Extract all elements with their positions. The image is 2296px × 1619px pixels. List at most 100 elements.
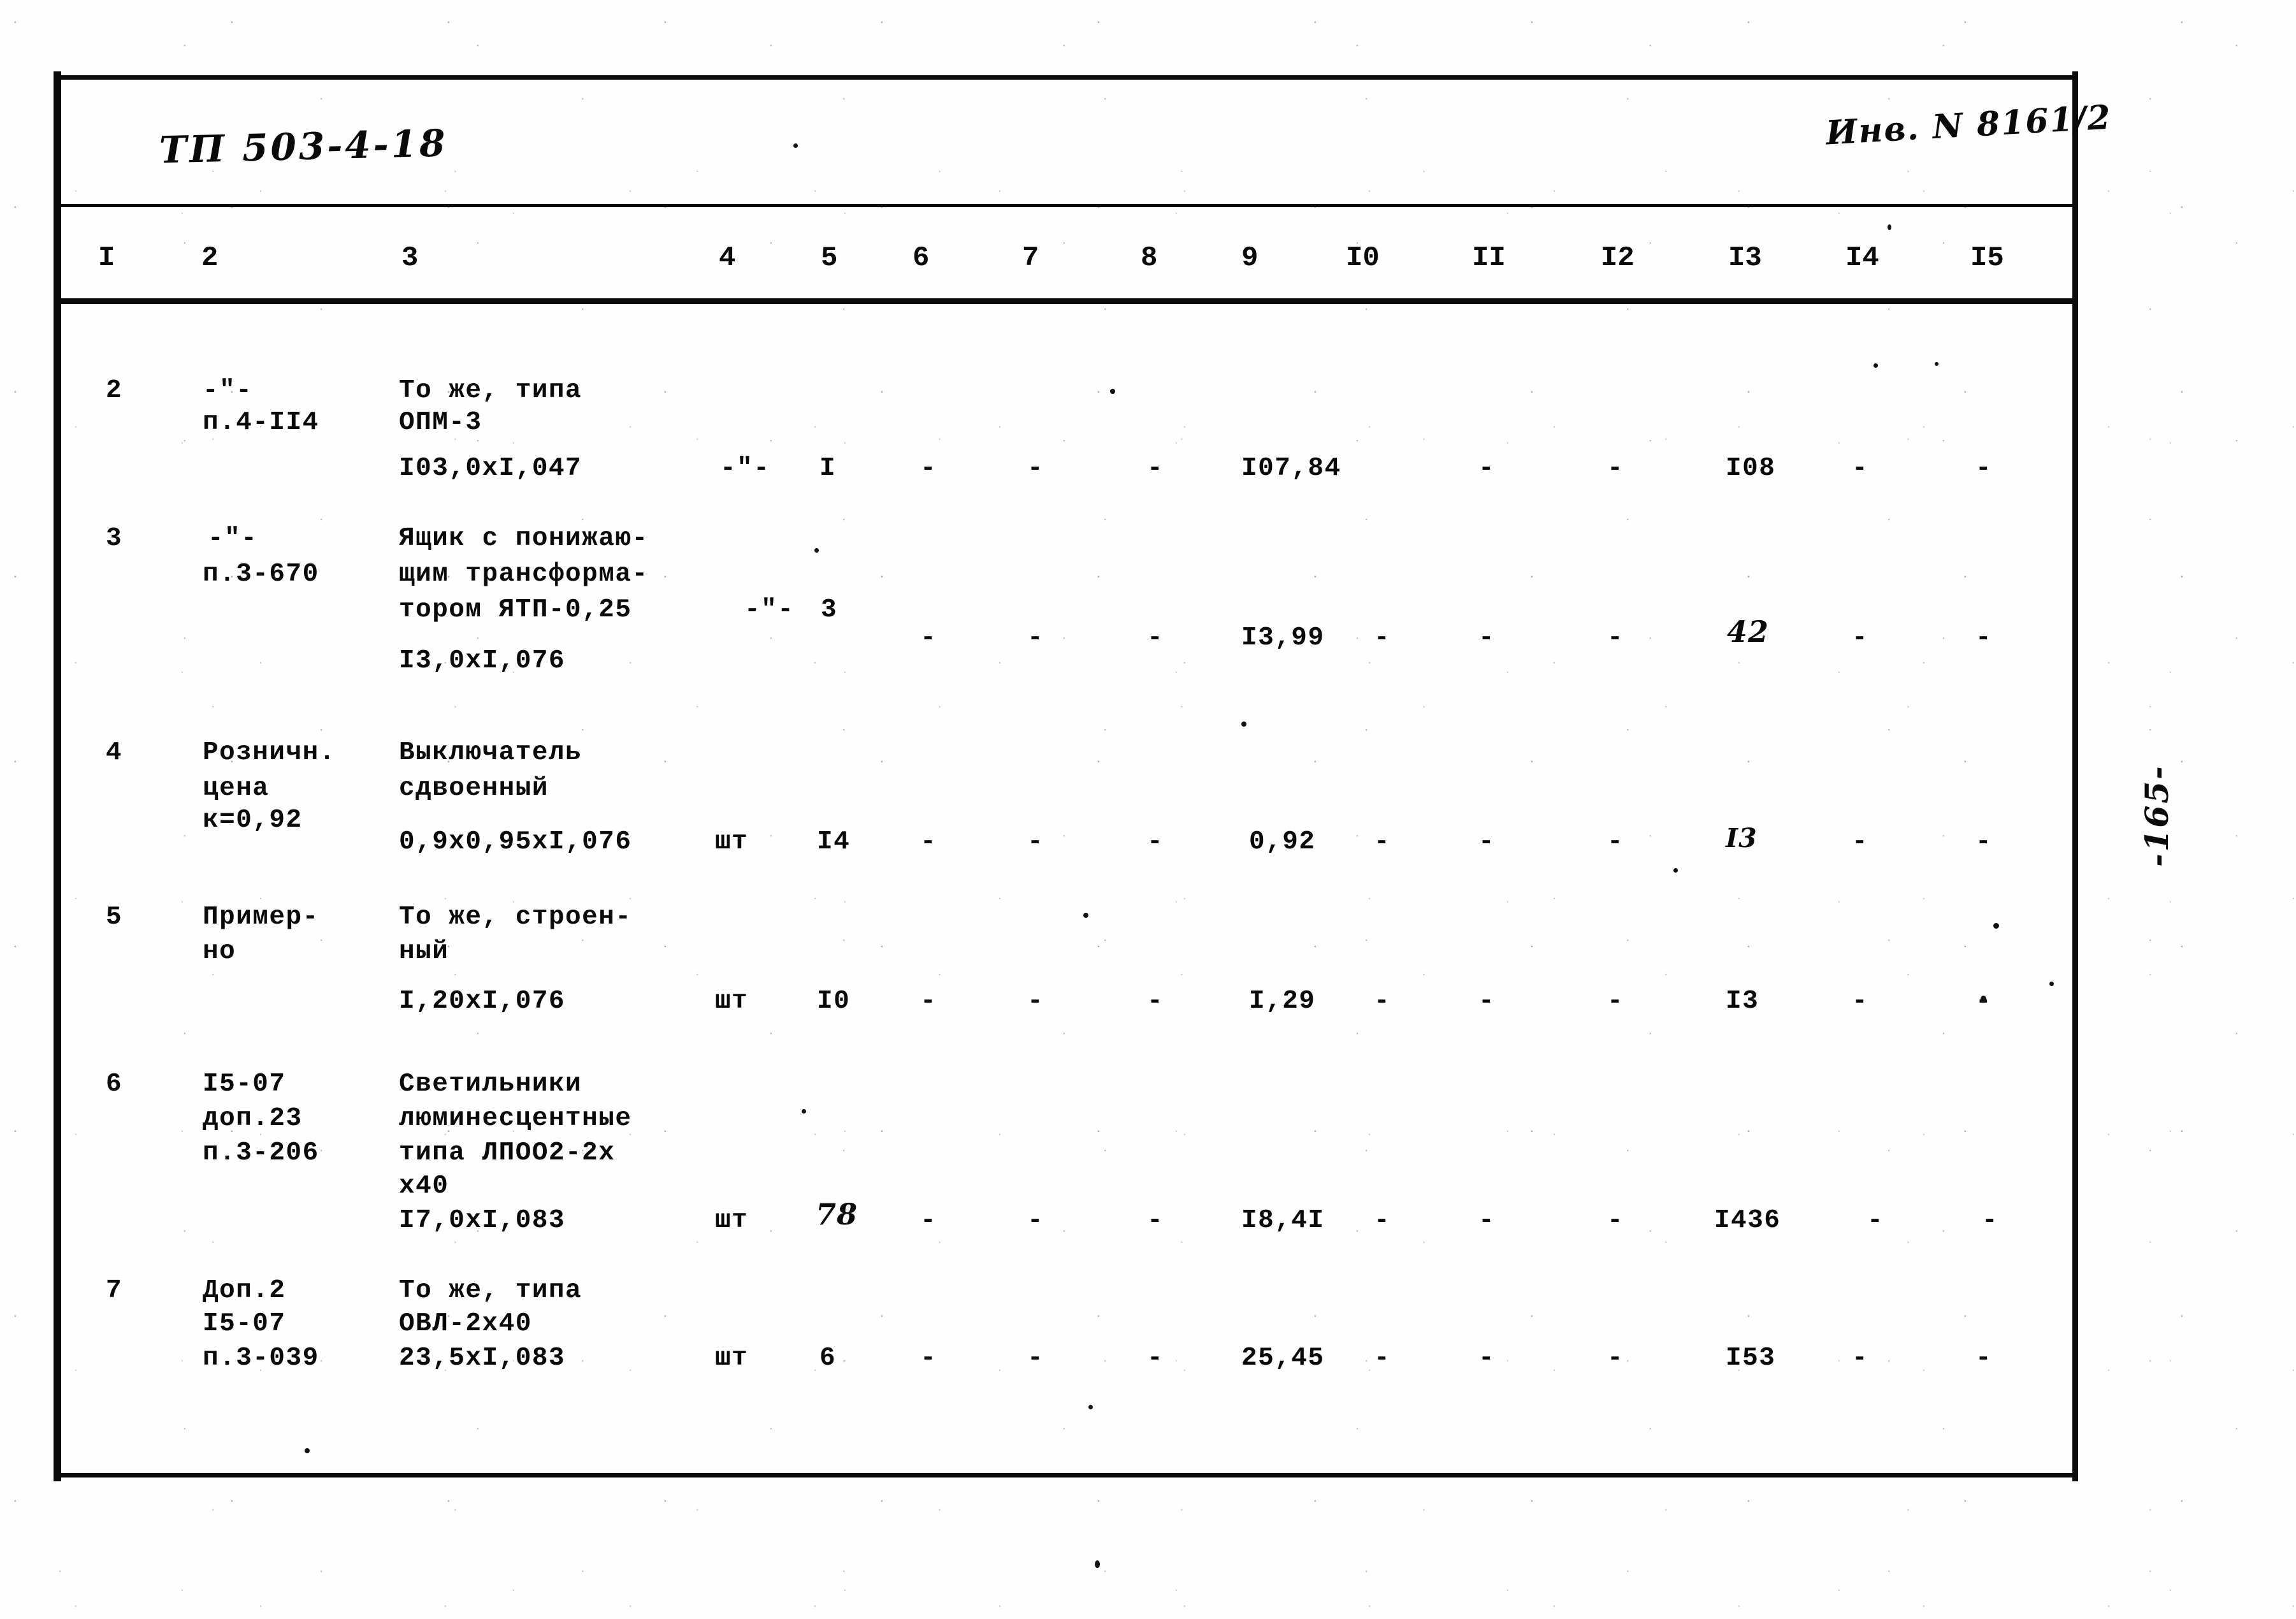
row-col9-dash: - xyxy=(1374,827,1391,857)
row-col9-dash: - xyxy=(1374,1206,1391,1235)
row-col14: - xyxy=(1852,1344,1869,1373)
rule-under-title xyxy=(56,204,2076,207)
row-col8: - xyxy=(1147,827,1164,857)
row-col2-line-2: доп.23 xyxy=(203,1104,303,1133)
scan-speck xyxy=(1083,913,1088,918)
column-number-11: II xyxy=(1472,242,1506,274)
row-col2-line-1: Пример- xyxy=(203,903,319,932)
row-col2-line-2: I5-07 xyxy=(203,1309,286,1339)
row-col7: - xyxy=(1027,987,1044,1016)
row-unit: шт xyxy=(715,827,749,857)
row-col3-line-3: 23,5хI,083 xyxy=(399,1344,566,1373)
row-quantity: I xyxy=(819,454,837,483)
row-col9: I07,84 xyxy=(1241,454,1341,483)
row-col2-line-1: Розничн. xyxy=(203,738,336,767)
column-number-9: 9 xyxy=(1241,242,1259,274)
scan-speck xyxy=(1888,224,1891,230)
row-col9: 25,45 xyxy=(1241,1344,1325,1373)
row-col2-line-3: п.3-206 xyxy=(203,1138,319,1168)
row-col15: - xyxy=(1975,1344,1993,1373)
row-number: 5 xyxy=(106,903,123,932)
row-col13: 42 xyxy=(1727,614,1770,649)
scan-speck xyxy=(1981,996,1986,1003)
row-col3-line-1: Светильники xyxy=(399,1070,582,1099)
row-number: 6 xyxy=(106,1070,123,1099)
row-col7: - xyxy=(1027,1206,1044,1235)
row-col11: - xyxy=(1478,827,1496,857)
row-number: 3 xyxy=(106,524,123,553)
page-number-margin: -165- xyxy=(2138,764,2176,867)
row-unit: -"- xyxy=(744,595,795,625)
row-col2-line-3: к=0,92 xyxy=(203,806,303,835)
row-col13: I08 xyxy=(1726,454,1776,483)
scan-speck xyxy=(814,548,819,553)
row-col2-line-1: I5-07 xyxy=(203,1070,286,1099)
row-col6: - xyxy=(920,827,937,857)
row-col2-line-1: -"- xyxy=(203,376,253,405)
column-number-1: I xyxy=(98,242,115,274)
row-col3-line-1: Выключатель xyxy=(399,738,582,767)
column-number-13: I3 xyxy=(1728,242,1762,274)
row-col2-line-2: п.4-II4 xyxy=(203,408,319,437)
column-number-8: 8 xyxy=(1141,242,1158,274)
row-col2-line-2: но xyxy=(203,937,236,966)
row-col2-line-1: -"- xyxy=(208,524,258,553)
row-col3-line-2: люминесцентные xyxy=(399,1104,632,1133)
row-col3-line-1: То же, строен- xyxy=(399,903,632,932)
column-number-15: I5 xyxy=(1970,242,2004,274)
row-col2-line-3: п.3-039 xyxy=(203,1344,319,1373)
row-col15: - xyxy=(1975,827,1993,857)
column-number-2: 2 xyxy=(201,242,219,274)
row-quantity: 3 xyxy=(821,595,838,625)
row-col6: - xyxy=(920,1344,937,1373)
scan-speck xyxy=(1110,389,1115,394)
row-quantity: 6 xyxy=(819,1344,837,1373)
table-border xyxy=(56,75,2076,1477)
row-quantity: 78 xyxy=(816,1197,858,1231)
row-col11: - xyxy=(1478,623,1496,653)
row-col3-line-3: типа ЛПОО2-2х xyxy=(399,1138,616,1168)
row-col3-line-1: То же, типа xyxy=(399,376,582,405)
row-col3-line-3: 0,9х0,95хI,076 xyxy=(399,827,632,857)
page-right-spine xyxy=(2072,71,2078,1481)
row-col8: - xyxy=(1147,1206,1164,1235)
row-col9: I8,4I xyxy=(1241,1206,1325,1235)
row-col12: - xyxy=(1607,987,1624,1016)
row-col3-line-3: I03,0xI,047 xyxy=(399,454,582,483)
row-col13: I3 xyxy=(1726,823,1758,853)
row-col3-line-4: х40 xyxy=(399,1172,449,1201)
scan-speck xyxy=(2049,982,2054,986)
column-number-5: 5 xyxy=(821,242,838,274)
row-col8: - xyxy=(1147,987,1164,1016)
row-col14: - xyxy=(1852,623,1869,653)
row-col6: - xyxy=(920,1206,937,1235)
row-col14: - xyxy=(1867,1206,1884,1235)
row-col6: - xyxy=(920,454,937,483)
row-col11: - xyxy=(1478,1206,1496,1235)
row-col2-line-2: п.3-670 xyxy=(203,560,319,589)
row-col9: I,29 xyxy=(1249,987,1316,1016)
row-col13: I436 xyxy=(1714,1206,1781,1235)
row-col9-dash: - xyxy=(1374,623,1391,653)
column-number-7: 7 xyxy=(1022,242,1039,274)
row-unit: шт xyxy=(715,1344,749,1373)
row-col11: - xyxy=(1478,1344,1496,1373)
row-col11: - xyxy=(1478,454,1496,483)
row-col12: - xyxy=(1607,454,1624,483)
row-unit: шт xyxy=(715,1206,749,1235)
row-col12: - xyxy=(1607,623,1624,653)
row-col6: - xyxy=(920,987,937,1016)
rule-under-column-numbers xyxy=(56,298,2076,304)
column-number-12: I2 xyxy=(1601,242,1635,274)
scan-speck xyxy=(793,143,798,148)
scan-speck xyxy=(1874,363,1878,368)
row-col11: - xyxy=(1478,987,1496,1016)
row-col2-line-2: цена xyxy=(203,774,270,803)
row-col9: I3,99 xyxy=(1241,623,1325,653)
row-col8: - xyxy=(1147,454,1164,483)
row-col8: - xyxy=(1147,623,1164,653)
row-col9-dash: - xyxy=(1374,1344,1391,1373)
scan-speck xyxy=(1993,923,1999,929)
scan-speck xyxy=(305,1448,310,1453)
row-number: 4 xyxy=(106,738,123,767)
